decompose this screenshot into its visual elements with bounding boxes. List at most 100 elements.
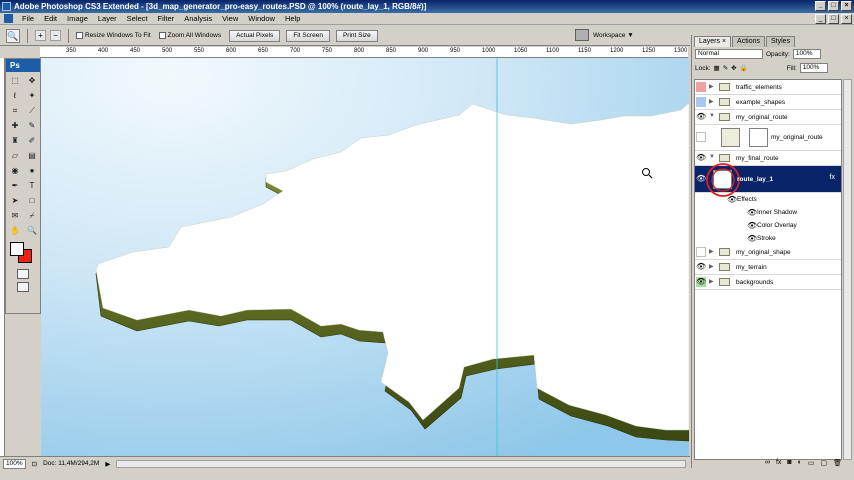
path-select-icon[interactable]: ➤ bbox=[7, 194, 23, 208]
minimize-button[interactable]: _ bbox=[815, 1, 826, 11]
type-tool-icon[interactable]: T bbox=[24, 179, 40, 193]
menu-edit[interactable]: Edit bbox=[39, 13, 62, 25]
new-group-icon[interactable]: ▭ bbox=[808, 459, 815, 468]
layer-row[interactable]: 👁 ▼ my_original_route bbox=[695, 110, 841, 125]
actual-pixels-button[interactable]: Actual Pixels bbox=[229, 29, 281, 42]
layer-mask-thumbnail[interactable] bbox=[749, 128, 768, 147]
menu-analysis[interactable]: Analysis bbox=[179, 13, 217, 25]
menu-image[interactable]: Image bbox=[62, 13, 93, 25]
gradient-tool-icon[interactable]: ▤ bbox=[24, 149, 40, 163]
eye-icon[interactable]: 👁 bbox=[747, 207, 757, 218]
layer-row[interactable]: 👁 ▶ my_terrain bbox=[695, 260, 841, 275]
checkbox-box[interactable] bbox=[158, 32, 166, 39]
layer-row[interactable]: my_original_route bbox=[695, 125, 841, 151]
expand-arrow-icon[interactable]: ▶ bbox=[709, 83, 714, 90]
hand-tool-icon[interactable]: ✋ bbox=[7, 224, 23, 238]
shape-tool-icon[interactable]: □ bbox=[24, 194, 40, 208]
status-menu-arrow-icon[interactable]: ▶ bbox=[105, 460, 110, 468]
zoom-in-icon[interactable]: + bbox=[35, 30, 46, 41]
layer-row[interactable]: ▶ traffic_elements bbox=[695, 80, 841, 95]
tab-layers[interactable]: Layers × bbox=[694, 36, 732, 47]
fill-input[interactable]: 100% bbox=[799, 63, 828, 73]
clone-stamp-icon[interactable]: ♜ bbox=[7, 134, 23, 148]
brush-tool-icon[interactable]: ✎ bbox=[24, 119, 40, 133]
menu-file[interactable]: File bbox=[17, 13, 39, 25]
effect-row[interactable]: 👁 Stroke bbox=[695, 232, 841, 245]
fit-screen-button[interactable]: Fit Screen bbox=[286, 29, 330, 42]
add-mask-icon[interactable]: ◙ bbox=[787, 459, 791, 468]
crop-tool-icon[interactable]: ⌗ bbox=[7, 104, 23, 118]
eye-icon[interactable]: 👁 bbox=[747, 220, 757, 231]
screen-mode-icon[interactable] bbox=[17, 282, 29, 292]
effect-row[interactable]: 👁 Color Overlay bbox=[695, 219, 841, 232]
slice-tool-icon[interactable]: ⟋ bbox=[24, 104, 40, 118]
eyedropper-icon[interactable]: ⌿ bbox=[24, 209, 40, 223]
effects-header[interactable]: 👁 Effects bbox=[695, 193, 841, 206]
add-style-icon[interactable]: fx bbox=[776, 459, 781, 468]
menu-window[interactable]: Window bbox=[243, 13, 280, 25]
palette-well-icon[interactable] bbox=[575, 29, 589, 41]
layer-row[interactable]: ▶ example_shapes bbox=[695, 95, 841, 110]
maximize-button[interactable]: □ bbox=[828, 1, 839, 11]
horizontal-scrollbar[interactable] bbox=[116, 459, 686, 468]
doc-close-button[interactable]: × bbox=[841, 14, 852, 24]
menu-layer[interactable]: Layer bbox=[93, 13, 122, 25]
menu-filter[interactable]: Filter bbox=[153, 13, 180, 25]
new-layer-icon[interactable]: ▢ bbox=[820, 459, 827, 468]
eraser-tool-icon[interactable]: ▱ bbox=[7, 149, 23, 163]
eye-icon[interactable]: 👁 bbox=[727, 194, 737, 205]
lasso-tool-icon[interactable]: ℓ bbox=[7, 89, 23, 103]
history-brush-icon[interactable]: ✐ bbox=[24, 134, 40, 148]
doc-restore-button[interactable]: □ bbox=[828, 14, 839, 24]
trash-icon[interactable]: 🗑 bbox=[833, 459, 842, 468]
lock-all-icon[interactable]: 🔒 bbox=[740, 64, 748, 72]
layer-row[interactable]: ▶ my_original_shape bbox=[695, 245, 841, 260]
dodge-tool-icon[interactable]: ● bbox=[24, 164, 40, 178]
zoom-tool-icon[interactable]: 🔍 bbox=[24, 224, 40, 238]
close-button[interactable]: × bbox=[841, 1, 852, 11]
zoom-out-icon[interactable]: − bbox=[50, 30, 61, 41]
blend-mode-select[interactable]: Normal bbox=[695, 49, 763, 59]
document-canvas[interactable] bbox=[41, 58, 689, 456]
eye-icon[interactable]: 👁 bbox=[696, 262, 706, 272]
layers-scrollbar[interactable] bbox=[843, 79, 852, 460]
visibility-toggle[interactable] bbox=[696, 97, 706, 107]
quick-mask-icon[interactable] bbox=[17, 269, 29, 279]
eye-icon[interactable]: 👁 bbox=[747, 233, 757, 244]
menu-view[interactable]: View bbox=[217, 13, 243, 25]
opacity-input[interactable]: 100% bbox=[792, 49, 821, 59]
visibility-toggle[interactable] bbox=[696, 82, 706, 92]
expand-arrow-icon[interactable]: ▶ bbox=[709, 248, 714, 255]
zoom-tool-preset-icon[interactable]: 🔍 bbox=[6, 28, 20, 43]
layer-row-selected[interactable]: 👁 route_lay_1 fx bbox=[695, 163, 841, 197]
lock-transparent-icon[interactable]: ▦ bbox=[714, 64, 720, 72]
link-layers-icon[interactable]: ∞ bbox=[765, 459, 770, 468]
blur-tool-icon[interactable]: ◉ bbox=[7, 164, 23, 178]
expand-arrow-icon[interactable]: ▶ bbox=[709, 263, 714, 270]
status-icon[interactable]: ⊡ bbox=[32, 460, 37, 468]
effect-row[interactable]: 👁 Inner Shadow bbox=[695, 206, 841, 219]
zoom-all-windows-checkbox[interactable]: Zoom All Windows bbox=[158, 32, 221, 39]
doc-minimize-button[interactable]: _ bbox=[815, 14, 826, 24]
marquee-tool-icon[interactable]: ⬚ bbox=[7, 74, 23, 88]
foreground-color-swatch[interactable] bbox=[10, 242, 24, 256]
move-tool-icon[interactable]: ✥ bbox=[24, 74, 40, 88]
color-swatches[interactable] bbox=[6, 240, 40, 266]
lock-position-icon[interactable]: ✥ bbox=[731, 64, 736, 72]
expand-arrow-icon[interactable]: ▶ bbox=[709, 278, 714, 285]
tab-styles[interactable]: Styles bbox=[766, 36, 796, 47]
fx-icon[interactable]: fx bbox=[830, 174, 835, 181]
workspace-menu[interactable]: Workspace ▼ bbox=[575, 29, 634, 41]
expand-arrow-icon[interactable]: ▶ bbox=[709, 98, 714, 105]
expand-arrow-icon[interactable]: ▼ bbox=[709, 113, 715, 119]
adjustment-layer-icon[interactable]: ◐ bbox=[798, 459, 802, 468]
eye-icon[interactable]: 👁 bbox=[696, 112, 706, 122]
visibility-toggle[interactable] bbox=[696, 132, 706, 142]
menu-help[interactable]: Help bbox=[280, 13, 305, 25]
resize-windows-checkbox[interactable]: Resize Windows To Fit bbox=[76, 32, 151, 39]
healing-brush-icon[interactable]: ✚ bbox=[7, 119, 23, 133]
magic-wand-icon[interactable]: ✦ bbox=[24, 89, 40, 103]
checkbox-box[interactable] bbox=[76, 32, 83, 39]
eye-icon[interactable]: 👁 bbox=[696, 277, 706, 287]
print-size-button[interactable]: Print Size bbox=[335, 29, 378, 42]
